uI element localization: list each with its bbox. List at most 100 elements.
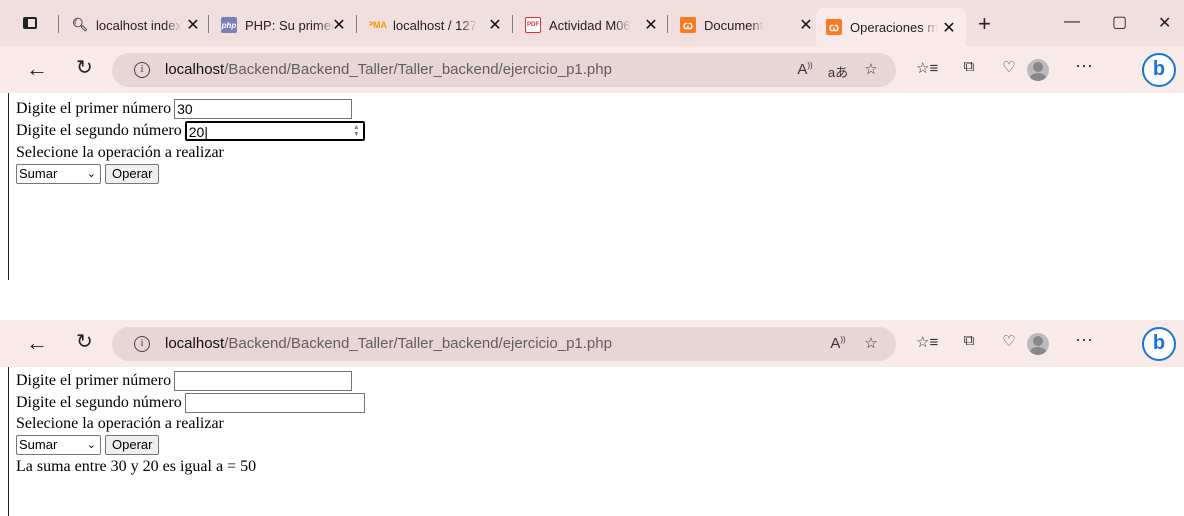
window-edge	[8, 93, 9, 280]
avatar[interactable]	[1027, 333, 1049, 355]
page-content-2: Digite el primer número Digite el segund…	[0, 367, 1184, 516]
close-icon[interactable]: ✕	[486, 15, 504, 35]
reload-icon[interactable]: ↻	[76, 55, 93, 80]
tab-separator	[512, 15, 513, 33]
close-icon[interactable]: ✕	[184, 15, 202, 35]
form-row-actions: Sumar ⌄ Operar	[16, 435, 160, 455]
first-number-input[interactable]	[174, 371, 353, 391]
health-icon[interactable]: ♡	[998, 58, 1020, 76]
form-row-second-number: Digite el segundo número	[16, 393, 365, 413]
read-aloud-icon[interactable]: A))	[794, 61, 816, 78]
pdf-icon: PDF	[525, 17, 541, 33]
add-favorite-icon[interactable]: ☆	[860, 334, 882, 352]
info-icon[interactable]: i	[134, 62, 150, 78]
operation-label: Selecione la operación a realizar	[16, 144, 224, 161]
back-arrow-icon[interactable]: ←	[26, 56, 48, 82]
tab-title: PHP: Su primer	[245, 17, 336, 33]
tab-php[interactable]: php PHP: Su primer ✕	[221, 12, 348, 38]
operation-select[interactable]: Sumar ⌄	[16, 435, 101, 455]
tab-document[interactable]: ꞷ Document ✕	[680, 12, 815, 38]
tab-phpmyadmin[interactable]: PMA localhost / 127 ✕	[369, 12, 504, 38]
bing-icon[interactable]: b	[1142, 53, 1176, 87]
new-tab-icon[interactable]: +	[978, 13, 991, 35]
tab-localhost-index[interactable]: 🔍︎ localhost index ✕	[72, 12, 202, 38]
favorites-icon[interactable]: ☆≡	[916, 333, 938, 351]
tab-separator	[208, 15, 209, 33]
search-icon: 🔍︎	[72, 17, 89, 32]
operar-button[interactable]: Operar	[105, 164, 160, 184]
window-edge	[8, 367, 9, 516]
minimize-icon[interactable]: —	[1064, 13, 1080, 31]
tab-title: localhost / 127	[393, 17, 477, 33]
first-number-label: Digite el primer número	[16, 100, 172, 117]
close-icon[interactable]: ✕	[330, 15, 348, 35]
operation-label: Selecione la operación a realizar	[16, 415, 224, 432]
tab-actions-icon	[23, 17, 37, 29]
tab-separator	[667, 15, 668, 33]
url-text[interactable]: localhost/Backend/Backend_Taller/Taller_…	[165, 61, 612, 78]
window-close-icon[interactable]: ✕	[1158, 13, 1171, 33]
page-content-1: Digite el primer número 30 Digite el seg…	[0, 93, 1184, 280]
form-row-first-number: Digite el primer número 30	[16, 99, 353, 119]
add-favorite-icon[interactable]: ☆	[860, 60, 882, 78]
info-icon[interactable]: i	[134, 336, 150, 352]
tab-actividad[interactable]: PDF Actividad M06 ✕	[525, 12, 660, 38]
avatar[interactable]	[1027, 59, 1049, 81]
form-row-operation: Selecione la operación a realizar	[16, 414, 224, 434]
tab-strip: 🔍︎ localhost index ✕ php PHP: Su primer …	[0, 0, 1184, 46]
favorites-icon[interactable]: ☆≡	[916, 59, 938, 77]
second-number-input[interactable]: 20| ▲ ▼	[184, 121, 365, 141]
spinner-icon[interactable]: ▲ ▼	[353, 124, 360, 138]
operation-select-value: Sumar	[19, 166, 58, 181]
second-number-label: Digite el segundo número	[16, 394, 182, 411]
url-host: localhost	[165, 61, 225, 78]
form-row-second-number: Digite el segundo número 20| ▲ ▼	[16, 121, 365, 141]
xampp-icon: ꞷ	[680, 17, 696, 33]
read-aloud-icon[interactable]: A))	[827, 335, 849, 352]
second-number-value: 20	[188, 124, 205, 140]
operar-button[interactable]: Operar	[105, 435, 160, 455]
second-number-input[interactable]	[184, 393, 365, 413]
chevron-down-icon: ⌄	[86, 439, 96, 451]
navigation-toolbar: ← ↻ i localhost/Backend/Backend_Taller/T…	[0, 46, 1184, 93]
operation-select[interactable]: Sumar ⌄	[16, 164, 101, 184]
url-host: localhost	[165, 335, 225, 352]
first-number-input[interactable]: 30	[174, 99, 353, 119]
operation-select-value: Sumar	[19, 437, 58, 452]
address-bar[interactable]: i localhost/Backend/Backend_Taller/Talle…	[112, 327, 896, 361]
form-row-first-number: Digite el primer número	[16, 371, 353, 391]
back-arrow-icon[interactable]: ←	[26, 330, 48, 356]
collections-icon[interactable]: ⧉	[958, 58, 980, 75]
health-icon[interactable]: ♡	[998, 332, 1020, 350]
navigation-toolbar: ← ↻ i localhost/Backend/Backend_Taller/T…	[0, 320, 1184, 367]
tab-actions-button[interactable]	[20, 13, 40, 33]
form-row-actions: Sumar ⌄ Operar	[16, 164, 160, 184]
tab-title: localhost index	[96, 17, 182, 33]
url-path: /Backend/Backend_Taller/Taller_backend/e…	[224, 61, 612, 78]
maximize-icon[interactable]: ▢	[1112, 12, 1127, 32]
reload-icon[interactable]: ↻	[76, 329, 93, 354]
tab-separator	[356, 15, 357, 33]
more-menu-icon[interactable]: ⋯	[1073, 56, 1095, 77]
url-path: /Backend/Backend_Taller/Taller_backend/e…	[224, 335, 612, 352]
close-icon[interactable]: ✕	[642, 15, 660, 35]
address-bar[interactable]: i localhost/Backend/Backend_Taller/Talle…	[112, 53, 896, 87]
more-menu-icon[interactable]: ⋯	[1073, 330, 1095, 351]
tab-separator	[58, 15, 59, 33]
tab-operaciones[interactable]: ꞷ Operaciones m ✕	[816, 8, 966, 46]
chevron-down-icon: ⌄	[86, 168, 96, 180]
translate-icon[interactable]: aあ	[827, 62, 849, 81]
form-row-operation: Selecione la operación a realizar	[16, 143, 224, 163]
close-icon[interactable]: ✕	[940, 18, 958, 38]
second-number-label: Digite el segundo número	[16, 122, 182, 139]
bing-icon[interactable]: b	[1142, 327, 1176, 361]
url-text[interactable]: localhost/Backend/Backend_Taller/Taller_…	[165, 335, 612, 352]
screenshot-gap	[0, 280, 1184, 320]
php-icon: php	[221, 17, 237, 33]
result-row: La suma entre 30 y 20 es igual a = 50	[16, 457, 256, 477]
tab-title: Document	[704, 17, 764, 33]
xampp-icon: ꞷ	[826, 19, 842, 35]
close-icon[interactable]: ✕	[797, 15, 815, 35]
tab-title: Operaciones m	[850, 19, 939, 35]
collections-icon[interactable]: ⧉	[958, 332, 980, 349]
